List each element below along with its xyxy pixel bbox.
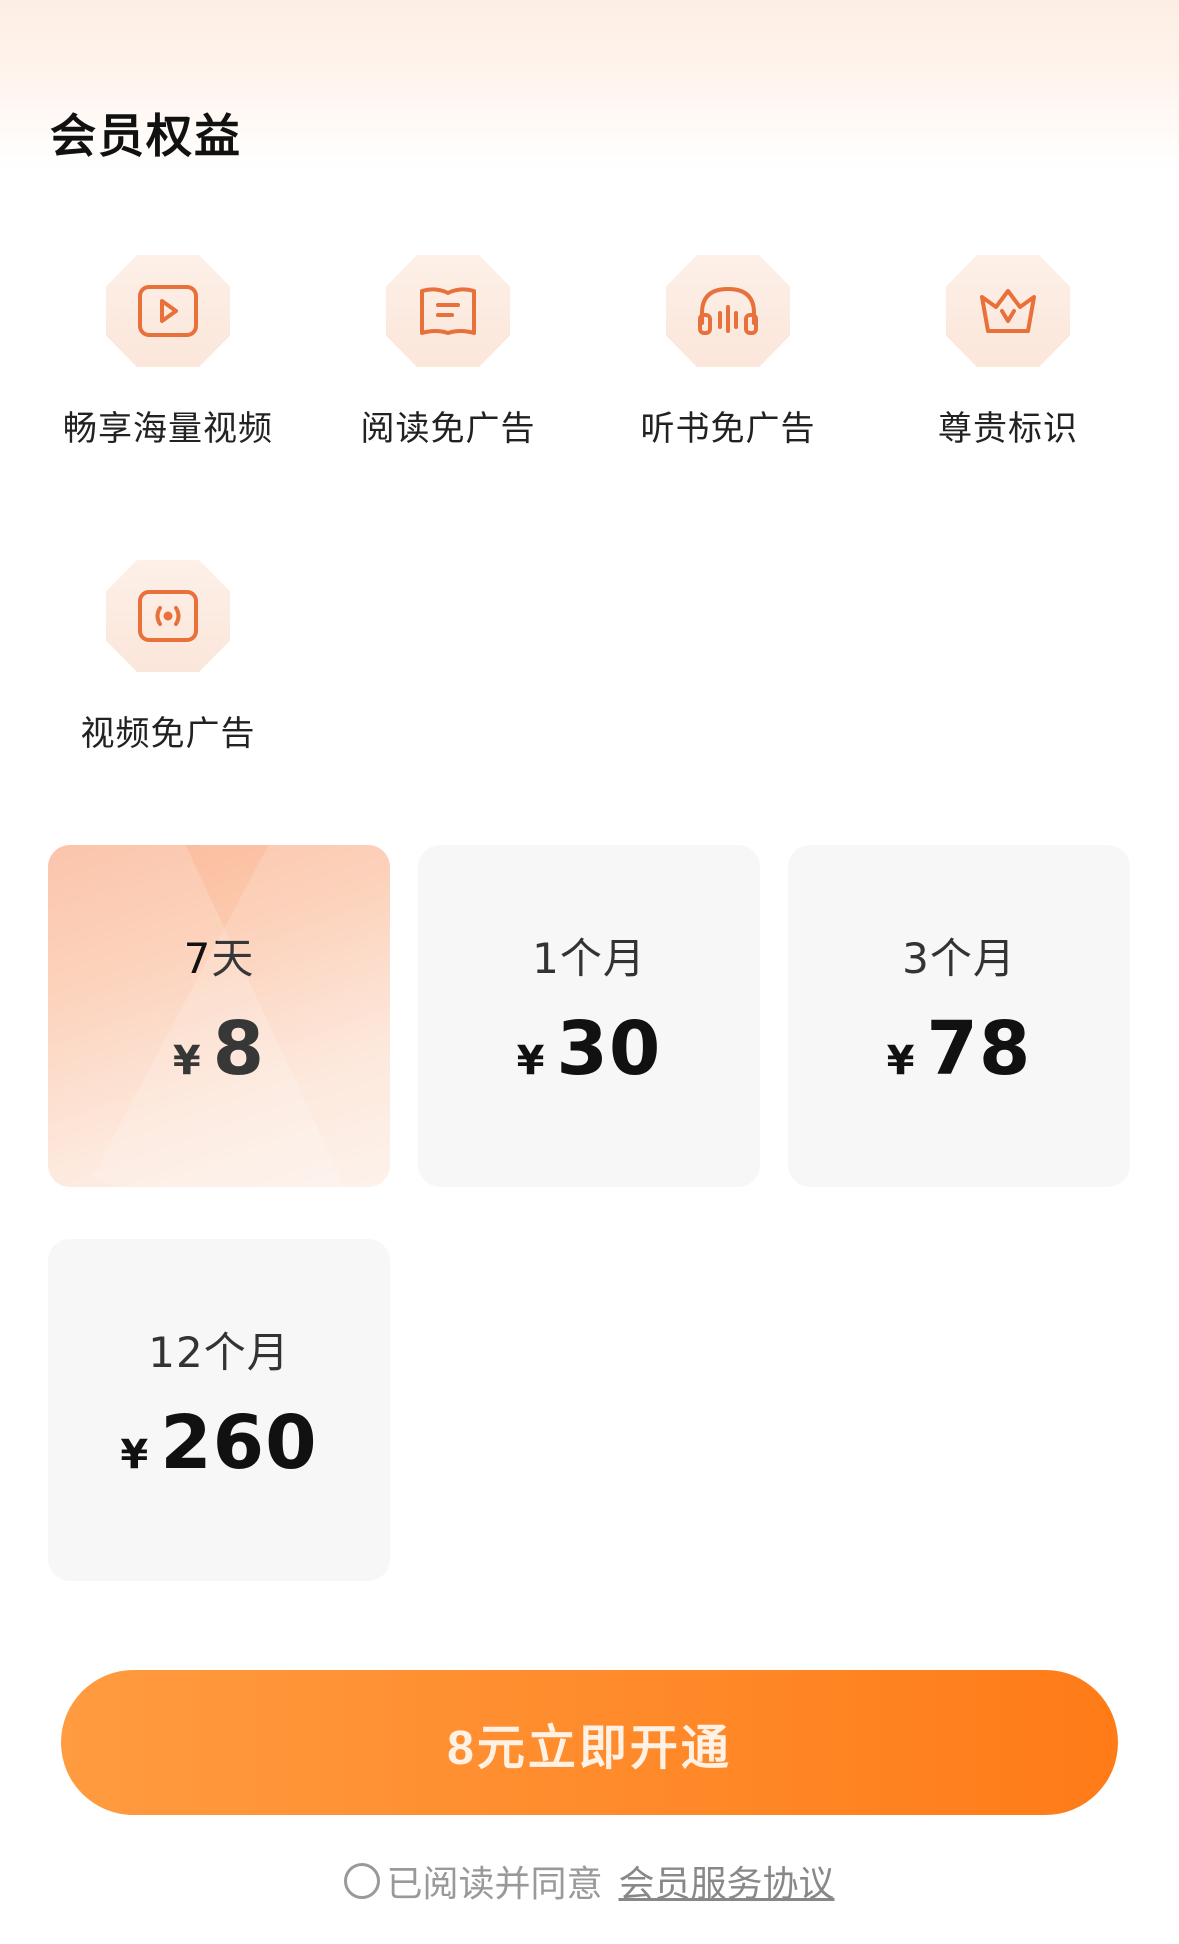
benefit-label: 阅读免广告 (360, 409, 536, 449)
crown-icon (946, 255, 1070, 367)
service-agreement-link[interactable]: 会员服务协议 (619, 1855, 835, 1907)
broadcast-screen-icon (106, 560, 230, 672)
book-icon (386, 255, 510, 367)
agreement-text: 已阅读并同意 (386, 1864, 603, 1905)
subscribe-button[interactable]: 8元立即开通 (61, 1670, 1118, 1815)
currency-symbol: ¥ (172, 1038, 201, 1084)
benefit-item-reading: 阅读免广告 (308, 255, 588, 450)
plan-card-7-days[interactable]: 7天 ¥ 8 (48, 845, 390, 1187)
plan-price: ¥ 30 (517, 1006, 662, 1092)
headphones-icon (666, 255, 790, 367)
benefit-item-badge: 尊贵标识 (868, 255, 1148, 450)
plan-card-3-months[interactable]: 3个月 ¥ 78 (788, 845, 1130, 1187)
plan-duration: 1个月 (532, 934, 646, 983)
benefit-item-video: 畅享海量视频 (28, 255, 308, 450)
currency-symbol: ¥ (886, 1038, 915, 1084)
price-amount: 8 (212, 1006, 266, 1092)
plan-price: ¥ 260 (120, 1400, 317, 1486)
currency-symbol: ¥ (516, 1038, 545, 1084)
video-play-icon (106, 255, 230, 367)
subscribe-button-label: 8元立即开通 (447, 1721, 732, 1775)
plan-card-1-month[interactable]: 1个月 ¥ 30 (418, 845, 760, 1187)
plan-card-12-months[interactable]: 12个月 ¥ 260 (48, 1239, 390, 1581)
price-amount: 260 (160, 1400, 318, 1486)
benefit-label: 视频免广告 (80, 714, 256, 754)
plan-price: ¥ 78 (887, 1006, 1032, 1092)
benefits-grid: 畅享海量视频 阅读免广告 听书免广告 尊贵标识 视频免广告 (28, 255, 1150, 755)
plan-duration: 12个月 (148, 1328, 290, 1377)
benefit-item-audiobook: 听书免广告 (588, 255, 868, 450)
section-title: 会员权益 (50, 109, 242, 163)
benefit-label: 畅享海量视频 (63, 409, 273, 449)
price-amount: 30 (556, 1006, 662, 1092)
currency-symbol: ¥ (120, 1432, 149, 1478)
plan-duration: 3个月 (902, 934, 1016, 983)
plan-grid: 7天 ¥ 8 1个月 ¥ 30 3个月 ¥ 78 12个月 ¥ 260 (48, 845, 1130, 1581)
benefit-item-video-noads: 视频免广告 (28, 560, 308, 755)
benefit-label: 尊贵标识 (938, 409, 1078, 449)
price-amount: 78 (926, 1006, 1032, 1092)
benefit-label: 听书免广告 (640, 409, 816, 449)
agreement-radio[interactable] (344, 1863, 381, 1899)
plan-duration: 7天 (183, 934, 255, 983)
agreement-row: 已阅读并同意 会员服务协议 (0, 1855, 1179, 1907)
plan-price: ¥ 8 (173, 1006, 265, 1092)
